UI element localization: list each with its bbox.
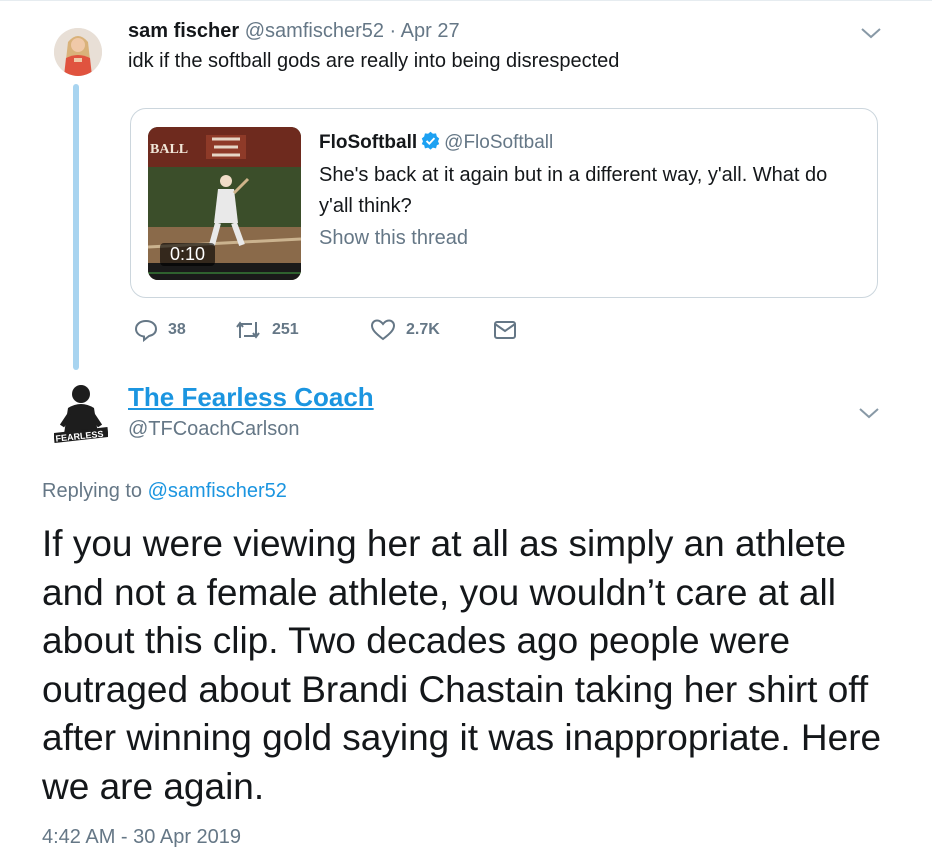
thumbnail-banner-text: BALL xyxy=(150,142,189,157)
quoted-author-name[interactable]: FloSoftball xyxy=(319,132,417,153)
video-duration-badge: 0:10 xyxy=(160,243,216,266)
quoted-author-handle[interactable]: @FloSoftball xyxy=(444,132,553,153)
avatar[interactable]: FEARLESS COACH xyxy=(53,382,109,454)
avatar-sam-fischer-image xyxy=(54,28,102,76)
tweet-actions: 38 251 2.7K xyxy=(134,318,534,350)
chevron-down-icon[interactable] xyxy=(860,26,882,40)
like-count: 2.7K xyxy=(406,321,440,338)
author-handle[interactable]: @samfischer52 xyxy=(245,20,384,42)
reply-icon xyxy=(134,319,158,342)
reply-author-name[interactable]: The Fearless Coach xyxy=(128,382,374,413)
header-separator: · xyxy=(389,20,397,42)
retweet-icon xyxy=(236,321,260,339)
retweet-action[interactable]: 251 xyxy=(234,318,299,342)
replying-to-handle[interactable]: @samfischer52 xyxy=(148,480,287,502)
reply-count: 38 xyxy=(168,321,186,338)
chevron-down-icon[interactable] xyxy=(858,406,880,420)
direct-message-action[interactable] xyxy=(492,318,518,342)
replying-prefix: Replying to xyxy=(42,480,143,502)
show-thread-link[interactable]: Show this thread xyxy=(319,227,468,250)
top-divider xyxy=(0,0,932,1)
tweet-text: idk if the softball gods are really into… xyxy=(128,50,620,72)
reply-action[interactable]: 38 xyxy=(134,318,186,342)
tweet-timestamp[interactable]: 4:42 AM - 30 Apr 2019 xyxy=(42,826,241,849)
tweet-header: sam fischer @samfischer52 · Apr 27 xyxy=(128,20,460,43)
envelope-icon xyxy=(494,321,516,339)
thread-connector-line xyxy=(73,84,79,370)
heart-icon xyxy=(370,319,396,341)
avatar[interactable] xyxy=(54,28,102,76)
author-name[interactable]: sam fischer xyxy=(128,20,239,42)
quoted-tweet-text: She's back at it again but in a differen… xyxy=(319,164,828,217)
retweet-count: 251 xyxy=(272,321,299,338)
reply-tweet-text: If you were viewing her at all as simply… xyxy=(42,523,882,807)
verified-badge-icon xyxy=(421,131,440,150)
reply-author-handle[interactable]: @TFCoachCarlson xyxy=(128,418,299,441)
like-action[interactable]: 2.7K xyxy=(370,318,440,342)
tweet-date[interactable]: Apr 27 xyxy=(401,20,460,42)
quoted-header: FloSoftball @FloSoftball xyxy=(319,131,553,154)
replying-to: Replying to @samfischer52 xyxy=(42,480,287,503)
